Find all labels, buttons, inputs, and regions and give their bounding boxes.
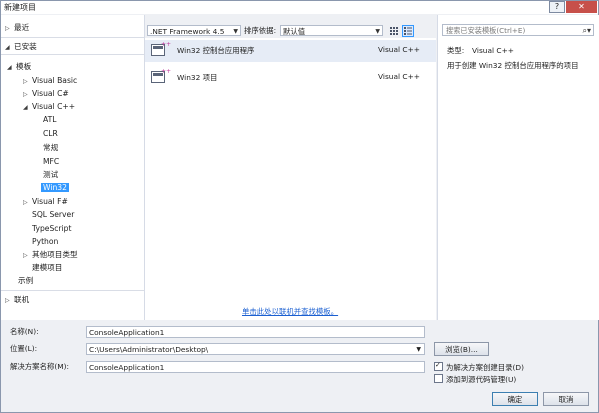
tree-item-samples[interactable]: 示例 bbox=[18, 274, 33, 287]
tree-item-atl[interactable]: ATL bbox=[43, 113, 56, 126]
search-input[interactable]: 搜索已安装模板(Ctrl+E) ⌕▾ bbox=[442, 24, 594, 36]
chevron-down-icon[interactable]: ▼ bbox=[416, 344, 421, 355]
tree-item-mfc[interactable]: MFC bbox=[43, 155, 59, 168]
solution-name-field[interactable]: ConsoleApplication1 bbox=[86, 361, 425, 373]
close-button[interactable]: ✕ bbox=[566, 1, 597, 13]
list-item[interactable]: ++ Win32 控制台应用程序 Visual C++ bbox=[145, 40, 436, 62]
tree-item-general[interactable]: 常规 bbox=[43, 141, 58, 154]
name-field[interactable]: ConsoleApplication1 bbox=[86, 326, 425, 338]
template-description: 用于创建 Win32 控制台应用程序的项目 bbox=[447, 61, 579, 70]
tree-item-other-project-types[interactable]: ▷ 其他项目类型 bbox=[23, 248, 78, 261]
template-list: ++ Win32 控制台应用程序 Visual C++ ++ Win32 项目 … bbox=[145, 38, 436, 320]
tree-item-test[interactable]: 测试 bbox=[43, 168, 58, 181]
help-button[interactable]: ? bbox=[549, 1, 565, 13]
project-form: 名称(N): ConsoleApplication1 位置(L): C:\Use… bbox=[1, 321, 598, 412]
tree-item-clr[interactable]: CLR bbox=[43, 127, 58, 140]
checkbox-unchecked-icon[interactable] bbox=[434, 374, 443, 383]
template-language: Visual C++ bbox=[378, 45, 420, 54]
small-icons-view-icon[interactable] bbox=[388, 25, 400, 37]
dialog-title: 新建项目 bbox=[4, 3, 36, 12]
expand-arrow-icon[interactable]: ▷ bbox=[23, 249, 32, 262]
title-bar: 新建项目 ? ✕ bbox=[1, 1, 598, 14]
template-language: Visual C++ bbox=[378, 72, 420, 81]
list-view-icon[interactable] bbox=[402, 25, 414, 37]
sort-label: 排序依据: bbox=[244, 26, 277, 35]
add-source-control-checkbox[interactable]: 添加到源代码管理(U) bbox=[434, 374, 516, 385]
template-toolbar: .NET Framework 4.5 ▼ 排序依据: 默认值 ▼ bbox=[145, 15, 437, 37]
tree-item-recent[interactable]: ▷ 最近 bbox=[5, 21, 29, 34]
tree-item-python[interactable]: Python bbox=[32, 235, 58, 248]
template-name: Win32 控制台应用程序 bbox=[177, 46, 255, 55]
tree-item-win32[interactable]: Win32 bbox=[41, 181, 69, 194]
collapse-arrow-icon[interactable]: ◢ bbox=[7, 61, 16, 74]
expand-arrow-icon[interactable]: ▷ bbox=[5, 22, 14, 35]
tree-item-modeling-projects[interactable]: 建模项目 bbox=[32, 261, 62, 274]
browse-button[interactable]: 浏览(B)... bbox=[434, 342, 489, 356]
location-label: 位置(L): bbox=[10, 344, 38, 353]
tree-item-online[interactable]: ▷ 联机 bbox=[5, 293, 29, 306]
type-label: 类型: bbox=[447, 46, 465, 55]
tree-item-visual-fsharp[interactable]: ▷ Visual F# bbox=[23, 195, 68, 208]
cpp-badge-icon: ++ bbox=[161, 68, 172, 75]
find-online-templates-link[interactable]: 单击此处以联机并查找模板。 bbox=[242, 306, 338, 317]
tree-item-templates[interactable]: ◢ 模板 bbox=[7, 60, 31, 73]
tree-item-visual-cpp[interactable]: ◢ Visual C++ bbox=[23, 100, 75, 113]
template-tree: ▷ 最近 ◢ 已安装 ◢ 模板 ▷ Visual Basic ▷ Visual C# ◢ V… bbox=[1, 15, 145, 320]
collapse-arrow-icon[interactable]: ◢ bbox=[5, 41, 14, 54]
chevron-down-icon: ▼ bbox=[233, 28, 238, 35]
divider bbox=[1, 37, 144, 38]
list-item[interactable]: ++ Win32 项目 Visual C++ bbox=[145, 67, 436, 89]
sort-select[interactable]: 默认值 ▼ bbox=[280, 25, 383, 36]
new-project-dialog: 新建项目 ? ✕ ▷ 最近 ◢ 已安装 ◢ 模板 ▷ Visual Basic ▷ Vis… bbox=[0, 0, 599, 413]
checkbox-checked-icon[interactable] bbox=[434, 360, 443, 371]
template-name: Win32 项目 bbox=[177, 73, 218, 82]
tree-item-typescript[interactable]: TypeScript bbox=[32, 222, 71, 235]
tree-item-sql-server[interactable]: SQL Server bbox=[32, 208, 74, 221]
tree-item-visual-csharp[interactable]: ▷ Visual C# bbox=[23, 87, 69, 100]
details-panel: 搜索已安装模板(Ctrl+E) ⌕▾ 类型: Visual C++ 用于创建 W… bbox=[437, 15, 599, 320]
create-directory-checkbox[interactable]: 为解决方案创建目录(D) bbox=[434, 360, 524, 373]
type-value: Visual C++ bbox=[472, 46, 514, 55]
tree-item-installed[interactable]: ◢ 已安装 bbox=[5, 40, 37, 53]
chevron-down-icon: ▼ bbox=[375, 28, 380, 35]
framework-select[interactable]: .NET Framework 4.5 ▼ bbox=[147, 25, 241, 36]
name-label: 名称(N): bbox=[10, 327, 39, 336]
divider bbox=[1, 290, 144, 291]
location-field[interactable]: C:\Users\Administrator\Desktop\ ▼ bbox=[86, 343, 425, 355]
solution-name-label: 解决方案名称(M): bbox=[10, 362, 69, 371]
search-icon[interactable]: ⌕▾ bbox=[583, 25, 592, 36]
tree-item-visual-basic[interactable]: ▷ Visual Basic bbox=[23, 74, 77, 87]
collapse-arrow-icon[interactable]: ◢ bbox=[23, 101, 32, 114]
cpp-badge-icon: ++ bbox=[161, 41, 172, 48]
expand-arrow-icon[interactable]: ▷ bbox=[5, 294, 14, 307]
divider bbox=[1, 54, 144, 55]
ok-button[interactable]: 确定 bbox=[492, 392, 538, 406]
expand-arrow-icon[interactable]: ▷ bbox=[23, 196, 32, 209]
cancel-button[interactable]: 取消 bbox=[543, 392, 589, 406]
